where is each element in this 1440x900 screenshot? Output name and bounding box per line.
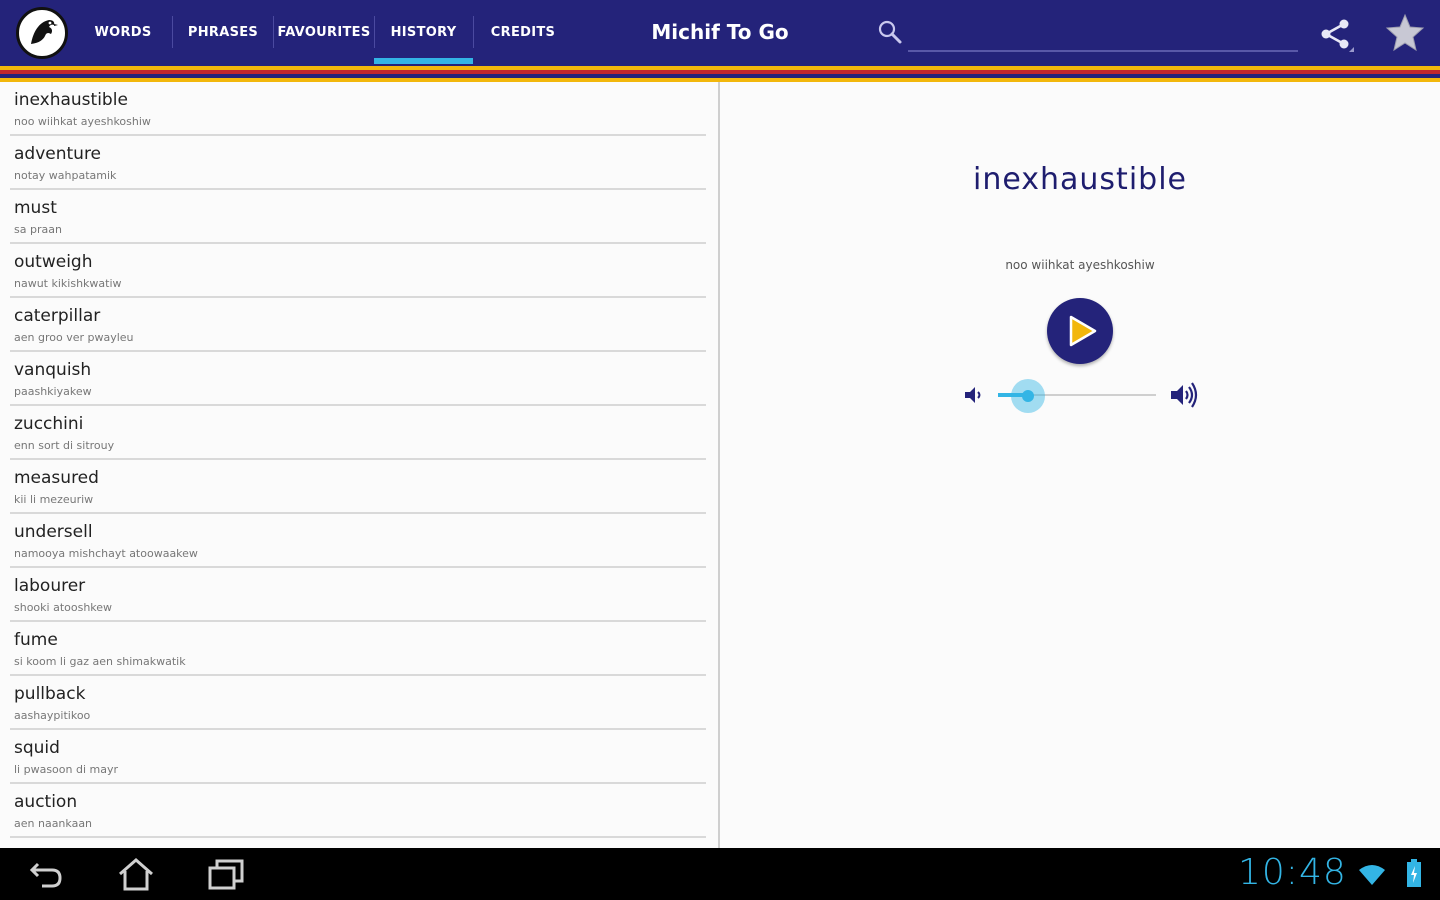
eagle-logo-icon[interactable] — [16, 7, 68, 59]
list-item-translation: noo wiihkat ayeshkoshiw — [14, 115, 151, 128]
list-item-word: inexhaustible — [14, 90, 128, 110]
list-item-translation: namooya mishchayt atoowaakew — [14, 547, 198, 560]
list-item-word: must — [14, 198, 57, 218]
history-list-item[interactable]: fume si koom li gaz aen shimakwatik — [0, 622, 718, 676]
app-title: Michif To Go — [651, 20, 789, 44]
history-list-item[interactable]: auction aen naankaan — [0, 784, 718, 838]
list-item-translation: nawut kikishkwatiw — [14, 277, 122, 290]
history-list-item[interactable]: undersell namooya mishchayt atoowaakew — [0, 514, 718, 568]
history-list-item[interactable]: measured kii li mezeuriw — [0, 460, 718, 514]
list-item-word: pullback — [14, 684, 86, 704]
history-list-item[interactable]: outweigh nawut kikishkwatiw — [0, 244, 718, 298]
history-list-item[interactable]: labourer shooki atooshkew — [0, 568, 718, 622]
history-list-item[interactable]: pullback aashaypitikoo — [0, 676, 718, 730]
wifi-icon — [1359, 865, 1385, 885]
detail-word: inexhaustible — [972, 162, 1187, 197]
volume-high-icon — [1171, 382, 1198, 408]
list-item-translation: shooki atooshkew — [14, 601, 113, 614]
list-item-word: auction — [14, 792, 78, 812]
play-icon — [1069, 315, 1097, 347]
tab-phrases[interactable]: PHRASES — [173, 0, 273, 64]
back-icon[interactable] — [24, 856, 68, 892]
list-item-translation: paashkiyakew — [14, 385, 92, 398]
tab-words[interactable]: WORDS — [74, 0, 172, 64]
clock: 10:48 — [1238, 852, 1347, 893]
history-list: inexhaustible noo wiihkat ayeshkoshiw adve… — [0, 82, 718, 848]
history-list-item[interactable]: vanquish paashkiyakew — [0, 352, 718, 406]
list-item-word: undersell — [14, 522, 93, 542]
list-item-translation: enn sort di sitrouy — [14, 439, 115, 452]
list-item-word: outweigh — [14, 252, 93, 272]
list-item-word: labourer — [14, 576, 86, 596]
list-divider — [10, 836, 706, 838]
star-icon[interactable] — [1384, 12, 1426, 54]
detail-translation: noo wiihkat ayeshkoshiw — [1005, 258, 1155, 272]
volume-low-icon — [965, 387, 981, 403]
history-list-item[interactable]: must sa praan — [0, 190, 718, 244]
play-button[interactable] — [1047, 298, 1113, 364]
history-list-item[interactable]: adventure notay wahpatamik — [0, 136, 718, 190]
list-item-word: adventure — [14, 144, 102, 164]
list-item-word: fume — [14, 630, 58, 650]
recent-apps-icon[interactable] — [204, 856, 248, 892]
list-item-translation: aashaypitikoo — [14, 709, 91, 722]
share-icon[interactable] — [1316, 14, 1356, 54]
list-item-word: squid — [14, 738, 60, 758]
list-item-translation: si koom li gaz aen shimakwatik — [14, 655, 186, 668]
search-input[interactable] — [908, 18, 1298, 52]
history-list-item[interactable]: caterpillar aen groo ver pwayleu — [0, 298, 718, 352]
list-item-word: zucchini — [14, 414, 84, 434]
list-item-translation: aen groo ver pwayleu — [14, 331, 134, 344]
action-bar: WORDS PHRASES FAVOURITES HISTORY CREDITS… — [0, 0, 1440, 66]
list-item-translation: sa praan — [14, 223, 62, 236]
search-icon[interactable] — [876, 18, 904, 46]
history-list-item[interactable]: squid li pwasoon di mayr — [0, 730, 718, 784]
history-list-item[interactable]: zucchini enn sort di sitrouy — [0, 406, 718, 460]
list-item-word: measured — [14, 468, 99, 488]
list-item-translation: notay wahpatamik — [14, 169, 117, 182]
history-list-item[interactable]: inexhaustible noo wiihkat ayeshkoshiw — [0, 82, 718, 136]
tab-history[interactable]: HISTORY — [374, 0, 473, 64]
header-color-stripes — [0, 66, 1440, 82]
system-navigation-bar: 10:48 — [0, 848, 1440, 900]
list-item-translation: aen naankaan — [14, 817, 93, 830]
tab-credits[interactable]: CREDITS — [474, 0, 572, 64]
list-item-translation: li pwasoon di mayr — [14, 763, 119, 776]
volume-slider-thumb[interactable] — [1011, 379, 1046, 413]
tab-favourites[interactable]: FAVOURITES — [274, 0, 374, 64]
list-item-translation: kii li mezeuriw — [14, 493, 94, 506]
list-item-word: caterpillar — [14, 306, 101, 326]
list-item-word: vanquish — [14, 360, 92, 380]
battery-icon — [1407, 859, 1421, 887]
word-detail-panel: inexhaustible noo wiihkat ayeshkoshiw — [720, 82, 1440, 848]
home-icon[interactable] — [114, 856, 158, 892]
